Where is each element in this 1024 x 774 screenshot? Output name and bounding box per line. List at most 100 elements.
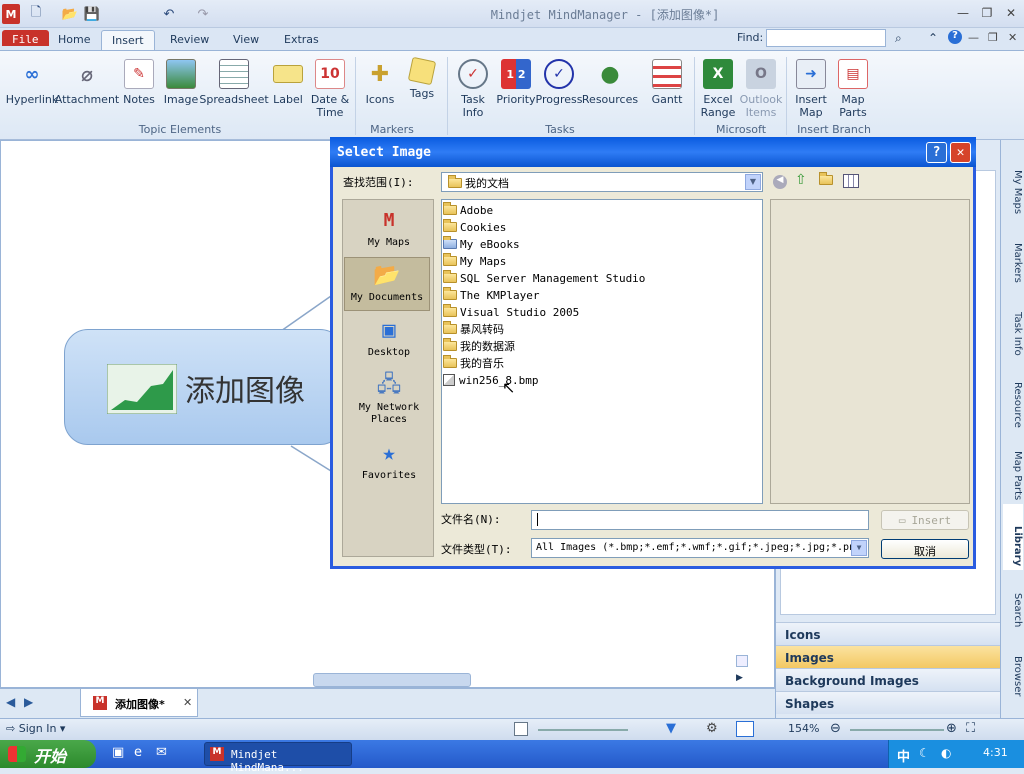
list-item[interactable]: My Maps xyxy=(443,253,506,269)
map-parts-button[interactable]: ▤ Map Parts xyxy=(834,59,872,119)
moon-icon[interactable]: ☾ xyxy=(919,746,930,760)
task-info-button[interactable]: ✓ Task Info xyxy=(452,59,494,119)
side-tab-task-info[interactable]: Task Info xyxy=(1003,290,1023,360)
outlook-express-icon[interactable]: ✉ xyxy=(156,745,167,760)
zoom-minus-icon[interactable] xyxy=(736,655,748,667)
priority-button[interactable]: 1 2 Priority xyxy=(496,59,536,106)
doc-minimize-button[interactable]: — xyxy=(968,31,979,44)
icons-button[interactable]: ✚ Icons xyxy=(362,59,398,106)
side-tab-map-parts[interactable]: Map Parts xyxy=(1003,432,1023,502)
scroll-right-icon[interactable]: ▶ xyxy=(736,673,748,685)
prev-doc-icon[interactable]: ◀ xyxy=(6,695,15,709)
close-dialog-button[interactable]: ✕ xyxy=(950,142,971,163)
next-doc-icon[interactable]: ▶ xyxy=(24,695,33,709)
list-item[interactable]: SQL Server Management Studio xyxy=(443,270,645,286)
filetype-select[interactable]: All Images (*.bmp;*.emf;*.wmf;*.gif;*.jp… xyxy=(531,538,869,558)
view-menu-icon[interactable] xyxy=(843,174,859,188)
zoom-slider[interactable] xyxy=(850,729,944,731)
place-my-documents[interactable]: 📂 My Documents xyxy=(344,257,430,311)
find-input[interactable] xyxy=(766,29,886,47)
zoom-in-icon[interactable]: ⊕ xyxy=(946,721,957,736)
insert-button[interactable]: ▭ Insert xyxy=(881,510,969,530)
notes-button[interactable]: ✎ Notes xyxy=(120,59,158,106)
network-icon[interactable]: ◐ xyxy=(941,746,951,760)
back-icon[interactable]: ◀ xyxy=(773,175,787,189)
settings-gear-icon[interactable]: ⚙ xyxy=(706,721,718,736)
sign-in-link[interactable]: ⇨ Sign In ▾ xyxy=(6,722,65,735)
chevron-down-icon[interactable]: ▼ xyxy=(745,174,761,190)
tab-view[interactable]: View xyxy=(223,30,269,50)
label-button[interactable]: Label xyxy=(270,59,306,106)
place-favorites[interactable]: ★ Favorites xyxy=(346,436,432,491)
library-item-background-images[interactable]: Background Images xyxy=(776,668,1001,691)
list-item[interactable]: Cookies xyxy=(443,219,506,235)
minimize-button[interactable]: — xyxy=(954,6,972,20)
doc-restore-button[interactable]: ❐ xyxy=(988,31,998,44)
fit-map-icon[interactable]: ⛶ xyxy=(966,721,975,736)
side-tab-my-maps[interactable]: My Maps xyxy=(1003,148,1023,218)
list-item[interactable]: Adobe xyxy=(443,202,493,218)
place-desktop[interactable]: ▣ Desktop xyxy=(346,313,432,368)
side-tab-search[interactable]: Search xyxy=(1003,572,1023,630)
place-my-maps[interactable]: M My Maps xyxy=(346,203,432,258)
excel-range-button[interactable]: X Excel Range xyxy=(699,59,737,119)
collapse-ribbon-icon[interactable]: ⌃ xyxy=(928,31,938,45)
zoom-out-icon[interactable]: ⊖ xyxy=(830,721,841,736)
ie-icon[interactable]: e xyxy=(134,745,142,760)
library-item-icons[interactable]: Icons xyxy=(776,622,1001,645)
fit-icon[interactable] xyxy=(514,722,528,736)
detail-slider[interactable] xyxy=(538,729,628,731)
library-item-shapes[interactable]: Shapes xyxy=(776,691,1001,714)
resources-button[interactable]: ● Resources xyxy=(582,59,638,106)
tab-insert[interactable]: Insert xyxy=(101,30,155,50)
tab-file[interactable]: File xyxy=(2,30,49,46)
filename-input[interactable]: ​ xyxy=(531,510,869,530)
new-folder-icon[interactable] xyxy=(819,172,835,187)
side-tab-markers[interactable]: Markers xyxy=(1003,220,1023,288)
date-time-button[interactable]: 10 Date & Time xyxy=(310,59,350,119)
insert-map-button[interactable]: ➜ Insert Map xyxy=(792,59,830,119)
doc-tab[interactable]: M 添加图像* ✕ xyxy=(80,689,198,717)
quicklaunch-icon[interactable]: ▣ xyxy=(112,745,124,760)
side-tab-library[interactable]: Library xyxy=(1003,504,1023,570)
list-item[interactable]: My eBooks xyxy=(443,236,520,252)
attachment-button[interactable]: ⌀ Attachment xyxy=(55,59,120,107)
filter-icon[interactable]: ▼ xyxy=(666,721,676,736)
ime-indicator[interactable]: 中 xyxy=(897,746,910,765)
tab-home[interactable]: Home xyxy=(48,30,100,50)
central-topic[interactable]: 添加图像 xyxy=(64,329,344,445)
progress-button[interactable]: ✓ Progress xyxy=(536,59,582,106)
list-item[interactable]: 我的音乐 xyxy=(443,355,504,371)
help-icon[interactable]: ? xyxy=(948,30,962,44)
close-doc-icon[interactable]: ✕ xyxy=(183,696,192,709)
list-item[interactable]: The KMPlayer xyxy=(443,287,539,303)
list-item[interactable]: 暴风转码 xyxy=(443,321,504,337)
up-folder-icon[interactable]: ⇧ xyxy=(795,172,807,188)
cancel-button[interactable]: 取消 xyxy=(881,539,969,559)
place-my-network-places[interactable]: 🖧 My Network Places xyxy=(346,368,432,426)
library-item-images[interactable]: Images xyxy=(776,645,1001,668)
side-tab-resource[interactable]: Resource xyxy=(1003,362,1023,430)
chevron-down-icon[interactable]: ▼ xyxy=(851,540,867,556)
list-item[interactable]: 我的数据源 xyxy=(443,338,515,354)
tags-button[interactable]: Tags xyxy=(404,56,440,100)
tab-extras[interactable]: Extras xyxy=(274,30,329,50)
normal-view-icon[interactable] xyxy=(736,721,754,737)
taskbar-task-mindmanager[interactable]: Mindjet MindMana... xyxy=(204,742,352,774)
horizontal-scrollbar[interactable] xyxy=(313,673,471,687)
help-button[interactable]: ? xyxy=(926,142,947,163)
hyperlink-button[interactable]: ∞ Hyperlink xyxy=(6,59,59,106)
gantt-button[interactable]: Gantt xyxy=(648,59,686,106)
list-item[interactable]: win256_8.bmp xyxy=(443,372,538,388)
doc-close-button[interactable]: ✕ xyxy=(1008,31,1017,44)
spreadsheet-button[interactable]: Spreadsheet xyxy=(199,59,269,106)
binoculars-icon[interactable]: ⌕ xyxy=(895,31,902,46)
outlook-items-button[interactable]: O Outlook Items xyxy=(739,59,783,119)
look-in-select[interactable]: 我的文档 ▼ xyxy=(441,172,763,192)
side-tab-browser[interactable]: Browser xyxy=(1003,632,1023,702)
list-item[interactable]: Visual Studio 2005 xyxy=(443,304,579,320)
close-window-button[interactable]: ✕ xyxy=(1002,6,1020,20)
tab-review[interactable]: Review xyxy=(160,30,219,50)
image-button[interactable]: Image xyxy=(162,59,200,106)
restore-button[interactable]: ❐ xyxy=(978,6,996,20)
